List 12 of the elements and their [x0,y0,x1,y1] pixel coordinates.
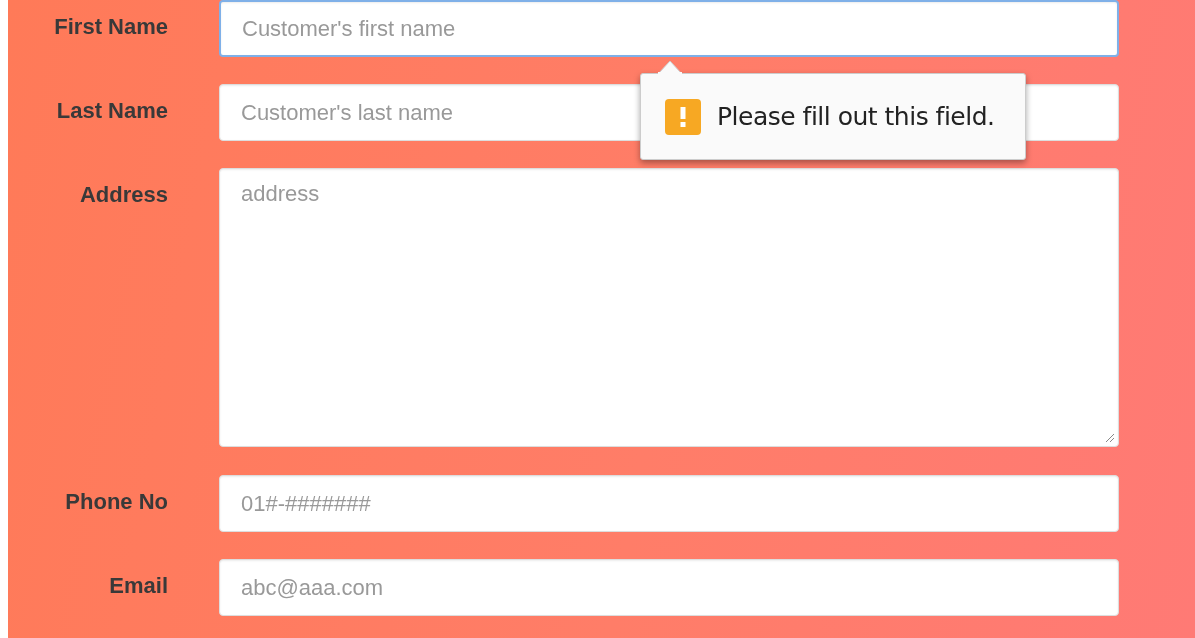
input-field[interactable]: 01#-####### [219,475,1119,532]
resize-grip-icon[interactable] [1103,431,1115,443]
input-field[interactable]: Customer's first name [219,0,1119,57]
field-label: First Name [53,13,168,41]
tooltip-message: Please fill out this field. [717,102,995,131]
field-label: Last Name [55,97,168,125]
field-label: Email [108,572,168,600]
field-label: Address [78,181,168,209]
field-label: Phone No [64,488,168,516]
input-field[interactable]: abc@aaa.com [219,559,1119,616]
warning-icon [665,98,701,135]
text-area[interactable]: address [219,168,1119,447]
